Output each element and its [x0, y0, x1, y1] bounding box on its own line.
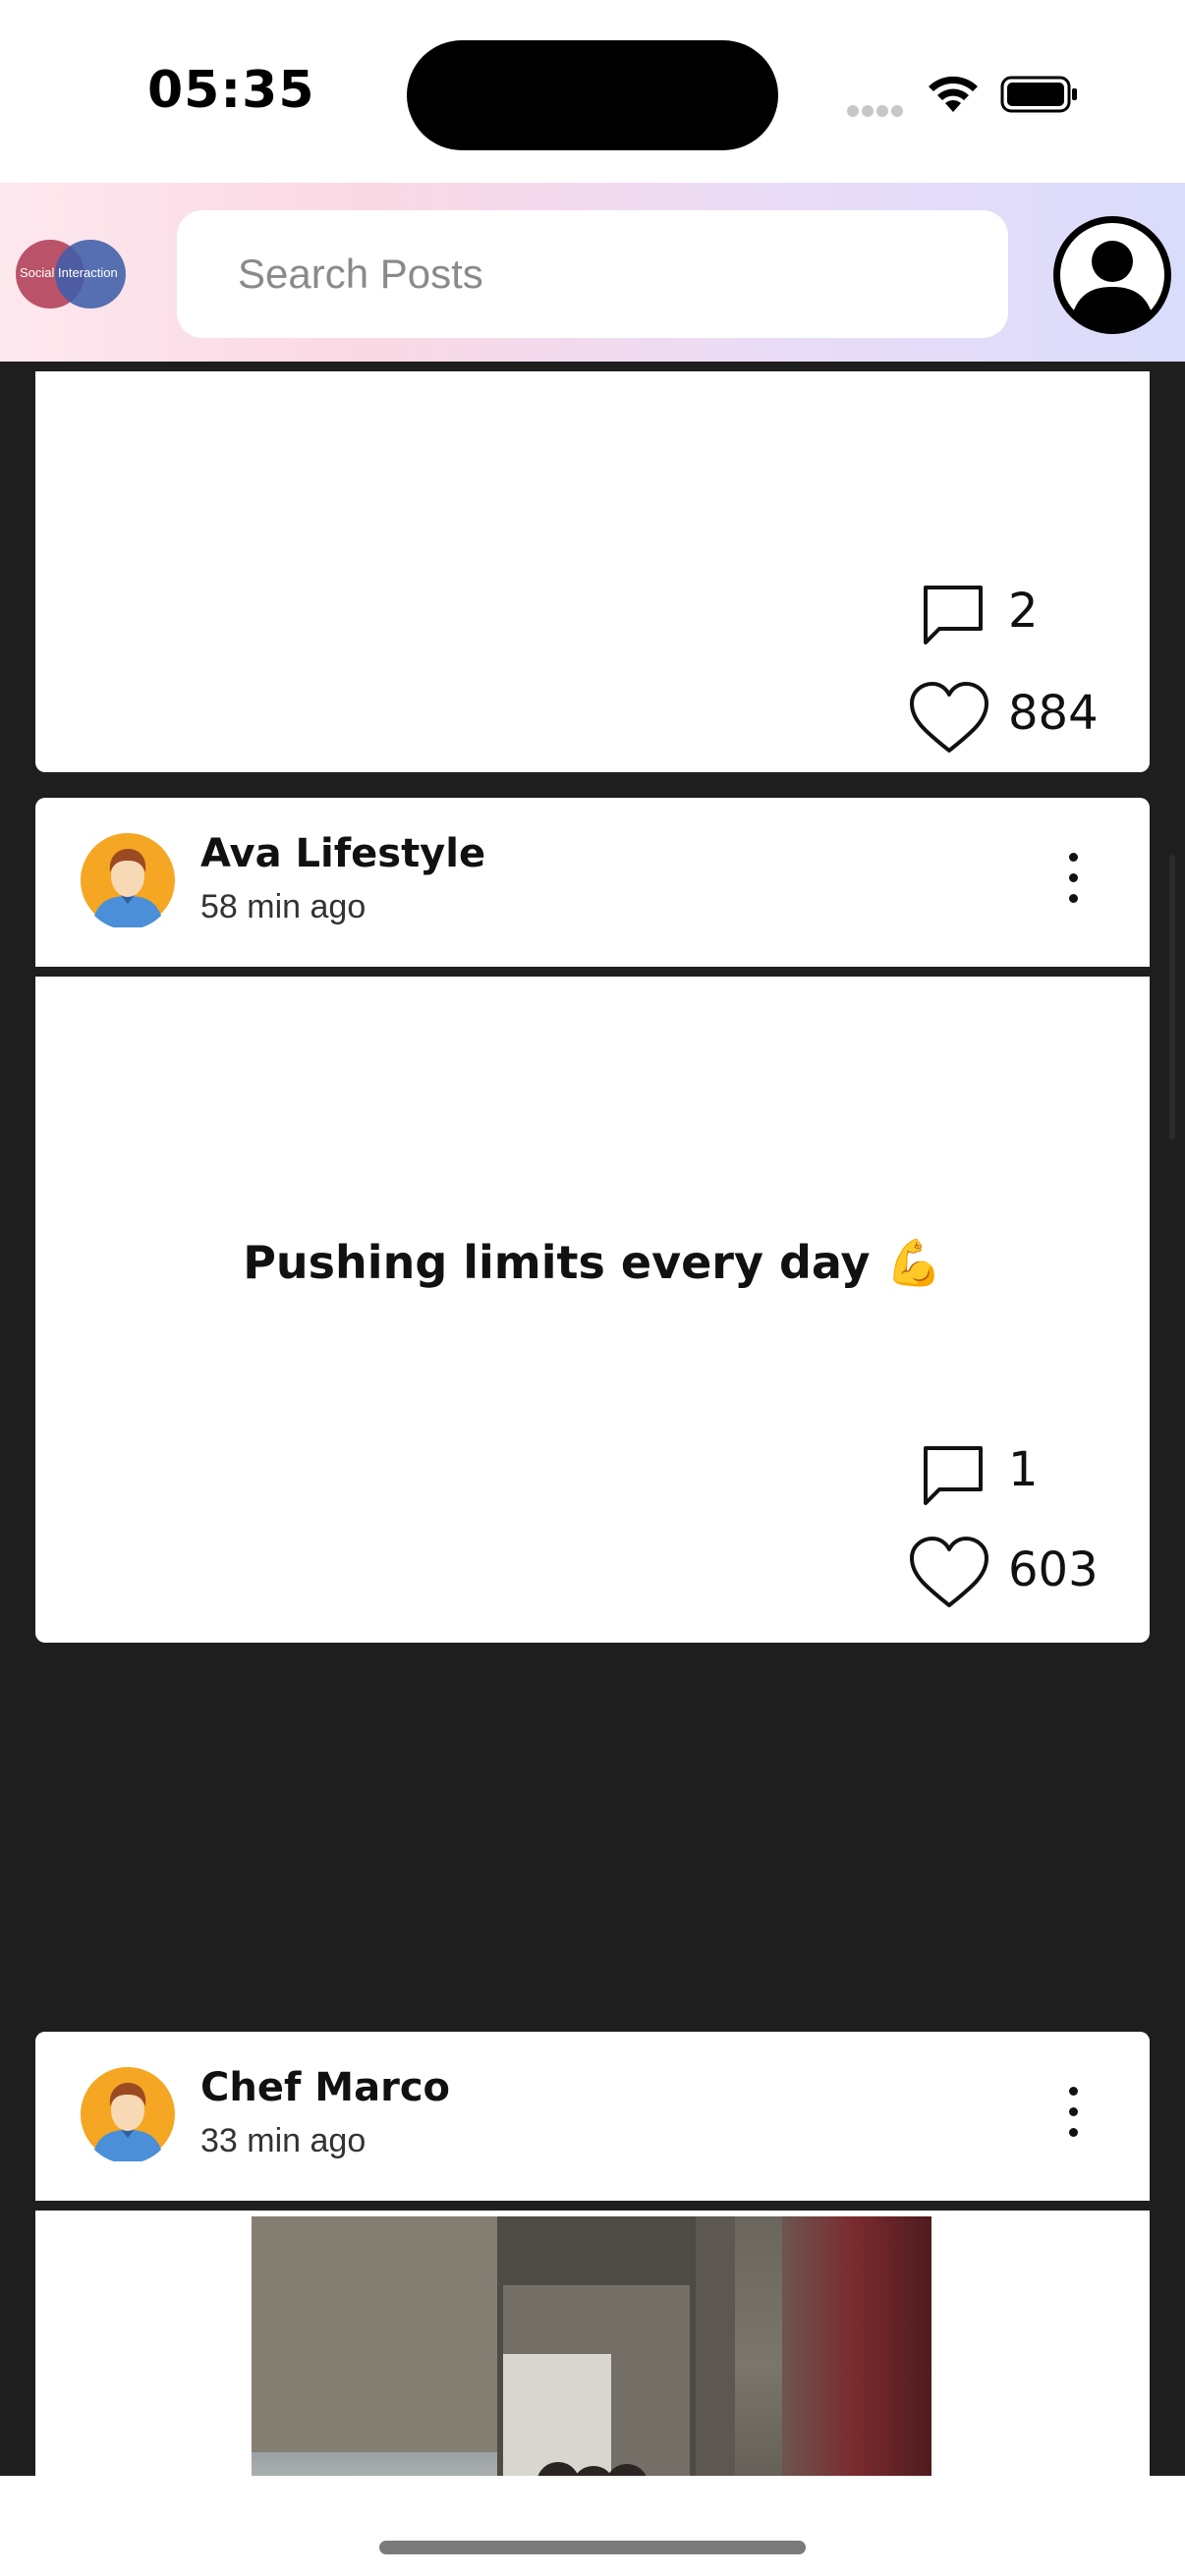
- status-bar: 05:35: [0, 0, 1185, 183]
- like-count: 603: [1008, 1542, 1099, 1597]
- battery-icon: [1000, 76, 1077, 113]
- status-time: 05:35: [147, 61, 315, 120]
- more-options-icon[interactable]: [1061, 853, 1085, 912]
- author-name[interactable]: Ava Lifestyle: [200, 831, 485, 876]
- app-header: Social Interaction: [0, 183, 1185, 362]
- comment-count: 2: [1008, 584, 1039, 639]
- post-card: Pushing limits every day 💪 1 603: [35, 977, 1150, 1643]
- scroll-indicator[interactable]: [1169, 855, 1175, 1140]
- app-logo[interactable]: Social Interaction: [16, 240, 126, 314]
- author-avatar[interactable]: [81, 833, 175, 927]
- post-time: 58 min ago: [200, 888, 367, 925]
- like-count: 884: [1008, 686, 1099, 741]
- dynamic-island: [407, 40, 778, 150]
- heart-icon[interactable]: [908, 1533, 990, 1615]
- home-bar-area: [0, 2476, 1185, 2576]
- search-input[interactable]: [177, 210, 1008, 338]
- post-card: 2 884: [35, 371, 1150, 772]
- post-image[interactable]: [252, 2216, 931, 2476]
- author-avatar[interactable]: [81, 2067, 175, 2161]
- signal-icon: [847, 102, 908, 117]
- post-header: Ava Lifestyle 58 min ago: [35, 798, 1150, 967]
- comment-icon[interactable]: [910, 574, 992, 656]
- wifi-icon: [929, 76, 978, 112]
- more-options-icon[interactable]: [1061, 2087, 1085, 2146]
- comment-count: 1: [1008, 1442, 1039, 1497]
- user-avatar-icon[interactable]: [1051, 214, 1173, 336]
- heart-icon[interactable]: [908, 678, 990, 760]
- post-header: Chef Marco 33 min ago: [35, 2032, 1150, 2201]
- post-text: Pushing limits every day 💪: [243, 1236, 942, 1289]
- author-name[interactable]: Chef Marco: [200, 2065, 450, 2110]
- comment-icon[interactable]: [910, 1434, 992, 1517]
- post-card: [35, 2211, 1150, 2476]
- post-time: 33 min ago: [200, 2122, 367, 2159]
- logo-text: Social Interaction: [20, 265, 118, 280]
- home-indicator[interactable]: [379, 2541, 806, 2554]
